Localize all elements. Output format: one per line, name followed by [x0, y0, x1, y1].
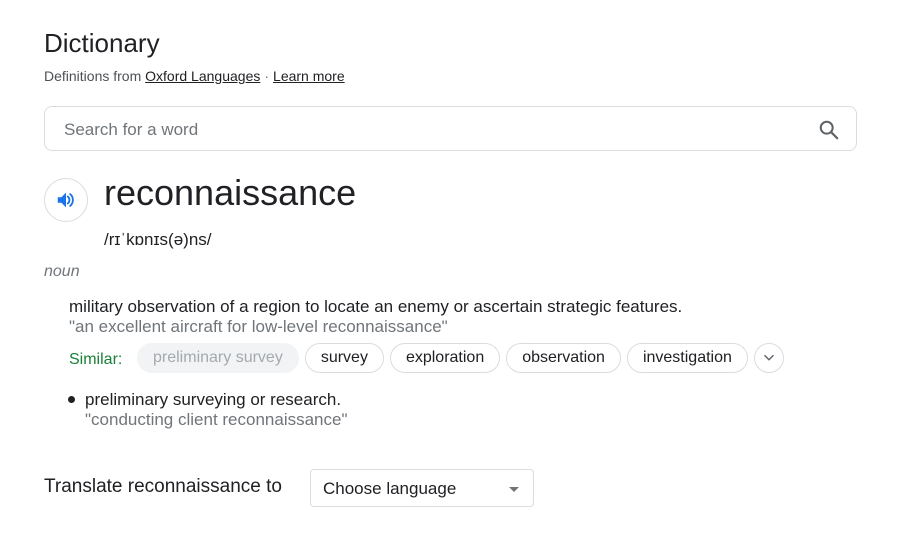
similar-chip-observation[interactable]: observation	[506, 343, 621, 373]
language-select[interactable]: Choose language	[310, 469, 534, 507]
dropdown-caret-icon	[509, 487, 519, 492]
headword: reconnaissance	[104, 172, 357, 213]
similar-chip-investigation[interactable]: investigation	[626, 343, 748, 373]
bullet-dot	[68, 396, 75, 403]
language-select-value: Choose language	[323, 479, 457, 498]
example-2: "conducting client reconnaissance"	[85, 410, 348, 429]
pronunciation-audio-button[interactable]	[44, 178, 88, 222]
search-input[interactable]	[62, 107, 806, 152]
oxford-languages-link[interactable]: Oxford Languages	[145, 68, 260, 84]
expand-similar-button[interactable]	[753, 343, 784, 373]
page-title: Dictionary	[44, 28, 160, 58]
similar-words-list: preliminary survey survey exploration ob…	[137, 343, 784, 373]
separator: ·	[264, 68, 270, 84]
similar-chip-survey[interactable]: survey	[304, 343, 384, 373]
search-box	[44, 106, 857, 152]
source-prefix: Definitions from	[44, 68, 142, 84]
example-1: "an excellent aircraft for low-level rec…	[69, 317, 448, 336]
definition-2: preliminary surveying or research.	[85, 390, 342, 409]
source-line: Definitions from Oxford Languages · Learn …	[44, 68, 345, 84]
similar-label: Similar:	[69, 351, 123, 368]
similar-chip-exploration[interactable]: exploration	[389, 343, 501, 373]
similar-chip-preliminary-survey[interactable]: preliminary survey	[137, 343, 299, 373]
part-of-speech: noun	[44, 263, 80, 280]
phonetic-spelling: /rɪˈkɒnɪs(ə)ns/	[104, 230, 212, 249]
chevron-down-icon	[764, 354, 774, 361]
translate-label: Translate reconnaissance to	[44, 476, 282, 497]
speaker-icon	[57, 192, 74, 208]
learn-more-link[interactable]: Learn more	[273, 68, 345, 84]
definition-1: military observation of a region to loca…	[69, 297, 683, 316]
search-icon[interactable]	[818, 119, 840, 141]
